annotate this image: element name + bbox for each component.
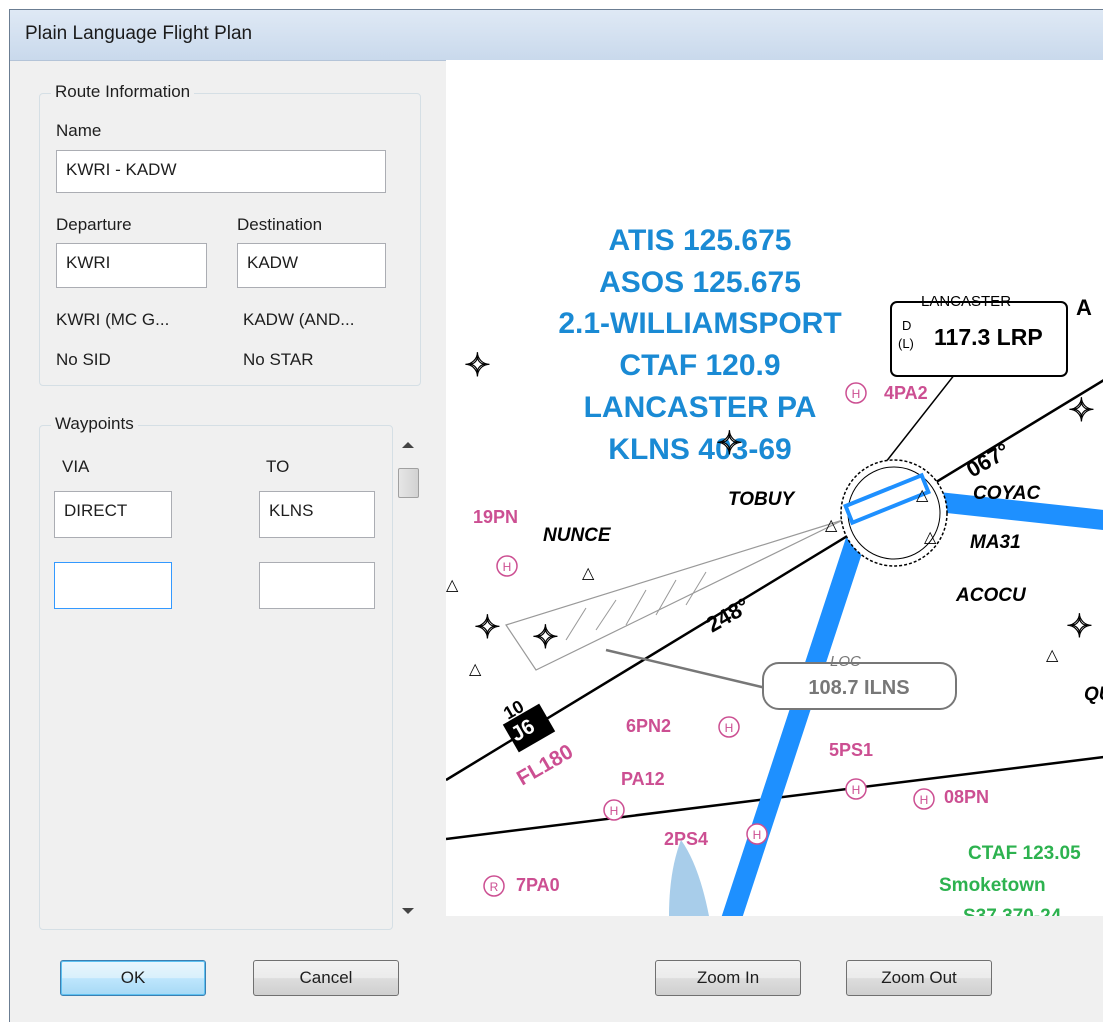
- edge-a-label: A: [1076, 295, 1092, 320]
- restricted-airport-icon: R: [490, 880, 499, 894]
- map-canvas: LANCASTER D (L) 117.3 LRP ATIS 125.675 A…: [446, 224, 1103, 916]
- map-symbol: △: [469, 661, 482, 678]
- waypoint-to-field[interactable]: KLNS: [259, 491, 375, 538]
- map-symbol: ✧: [1068, 392, 1095, 428]
- ma31-label: MA31: [970, 532, 1021, 553]
- scroll-up-arrow[interactable]: [402, 442, 414, 448]
- radial-248: 248°: [702, 593, 754, 637]
- airport-19pn: 19PN: [473, 507, 518, 527]
- s37-label: S37 370-24: [963, 906, 1062, 916]
- map-shape: [655, 579, 677, 616]
- map-symbol: ✧: [474, 609, 501, 645]
- waypoints-legend: Waypoints: [51, 414, 138, 434]
- destination-label: Destination: [237, 215, 323, 234]
- acocu-label: ACOCU: [955, 585, 1027, 606]
- departure-description: KWRI (MC G...: [56, 310, 170, 329]
- vor-d: D: [902, 318, 911, 333]
- waypoint-via-field[interactable]: [54, 562, 172, 609]
- to-header: TO: [266, 457, 290, 476]
- route-information-legend: Route Information: [51, 82, 195, 102]
- cancel-button[interactable]: Cancel: [253, 960, 399, 996]
- airport-4pa2: 4PA2: [884, 383, 928, 403]
- nunce-label: NUNCE: [543, 525, 612, 546]
- edge-qu-label: QU: [1084, 684, 1103, 705]
- atis-text: ATIS 125.675: [609, 224, 792, 257]
- radial-067: 067°: [962, 438, 1014, 482]
- route-map[interactable]: LANCASTER D (L) 117.3 LRP ATIS 125.675 A…: [446, 60, 1103, 916]
- williamsport-text: 2.1-WILLIAMSPORT: [558, 307, 841, 340]
- map-shape: [595, 599, 617, 631]
- airport-08pn: 08PN: [944, 787, 989, 807]
- loc-frequency: 108.7 ILNS: [808, 677, 909, 699]
- map-symbol: △: [446, 577, 459, 594]
- ctaf-text: CTAF 120.9: [619, 349, 780, 382]
- asos-text: ASOS 125.675: [599, 266, 801, 299]
- map-symbol: ✧: [532, 619, 559, 655]
- airport-pa12: PA12: [621, 769, 665, 789]
- heliport-icon: H: [610, 804, 619, 818]
- airport-2ps4: 2PS4: [664, 829, 708, 849]
- flight-plan-dialog: Plain Language Flight Plan Route Informa…: [9, 9, 1103, 1022]
- scroll-down-arrow[interactable]: [402, 908, 414, 914]
- vor-name: LANCASTER: [921, 293, 1011, 310]
- map-symbol: ✧: [1066, 608, 1093, 644]
- title-bar[interactable]: Plain Language Flight Plan: [10, 10, 1103, 61]
- heliport-icon: H: [725, 721, 734, 735]
- airport-7pa0: 7PA0: [516, 875, 560, 895]
- heliport-icon: H: [852, 783, 861, 797]
- map-symbol: △: [582, 565, 595, 582]
- map-symbol: △: [1046, 647, 1059, 664]
- ok-button[interactable]: OK: [60, 960, 206, 996]
- waypoint-via-field[interactable]: DIRECT: [54, 491, 172, 538]
- departure-field[interactable]: KWRI: [56, 243, 207, 288]
- airport-6pn2: 6PN2: [626, 716, 671, 736]
- waypoint-to-field[interactable]: [259, 562, 375, 609]
- destination-field[interactable]: KADW: [237, 243, 386, 288]
- zoom-out-button[interactable]: Zoom Out: [846, 960, 992, 996]
- route-name-field[interactable]: KWRI - KADW: [56, 150, 386, 193]
- map-symbol: △: [825, 517, 838, 534]
- via-header: VIA: [62, 457, 90, 476]
- scroll-thumb[interactable]: [398, 468, 419, 498]
- vor-l: (L): [898, 336, 914, 351]
- ctaf-smoketown: CTAF 123.05: [968, 843, 1081, 864]
- map-symbol: ✧: [464, 347, 491, 383]
- water-body: [669, 840, 709, 916]
- airport-5ps1: 5PS1: [829, 740, 873, 760]
- star-text: No STAR: [243, 350, 314, 369]
- smoketown-label: Smoketown: [939, 875, 1046, 896]
- route-leg-south: [721, 511, 874, 916]
- departure-label: Departure: [56, 215, 132, 234]
- loc-label: LOC: [830, 653, 861, 670]
- map-symbol: ✧: [716, 425, 743, 461]
- window-title: Plain Language Flight Plan: [25, 23, 253, 44]
- map-shape: [625, 589, 647, 626]
- klns-text: KLNS 403-69: [608, 433, 791, 466]
- map-shape: [565, 607, 587, 641]
- heliport-icon: H: [753, 828, 762, 842]
- waypoints-scrollbar[interactable]: [396, 430, 421, 927]
- vor-frequency: 117.3 LRP: [934, 324, 1043, 350]
- lancaster-pa-text: LANCASTER PA: [584, 391, 817, 424]
- destination-description: KADW (AND...: [243, 310, 355, 329]
- tobuy-label: TOBUY: [728, 489, 796, 510]
- heliport-icon: H: [852, 387, 861, 401]
- map-symbol: △: [924, 529, 937, 546]
- sid-text: No SID: [56, 350, 111, 369]
- coyac-label: COYAC: [973, 483, 1040, 504]
- heliport-icon: H: [503, 560, 512, 574]
- heliport-icon: H: [920, 793, 929, 807]
- name-label: Name: [56, 121, 102, 140]
- zoom-in-button[interactable]: Zoom In: [655, 960, 801, 996]
- map-symbol: △: [916, 487, 929, 504]
